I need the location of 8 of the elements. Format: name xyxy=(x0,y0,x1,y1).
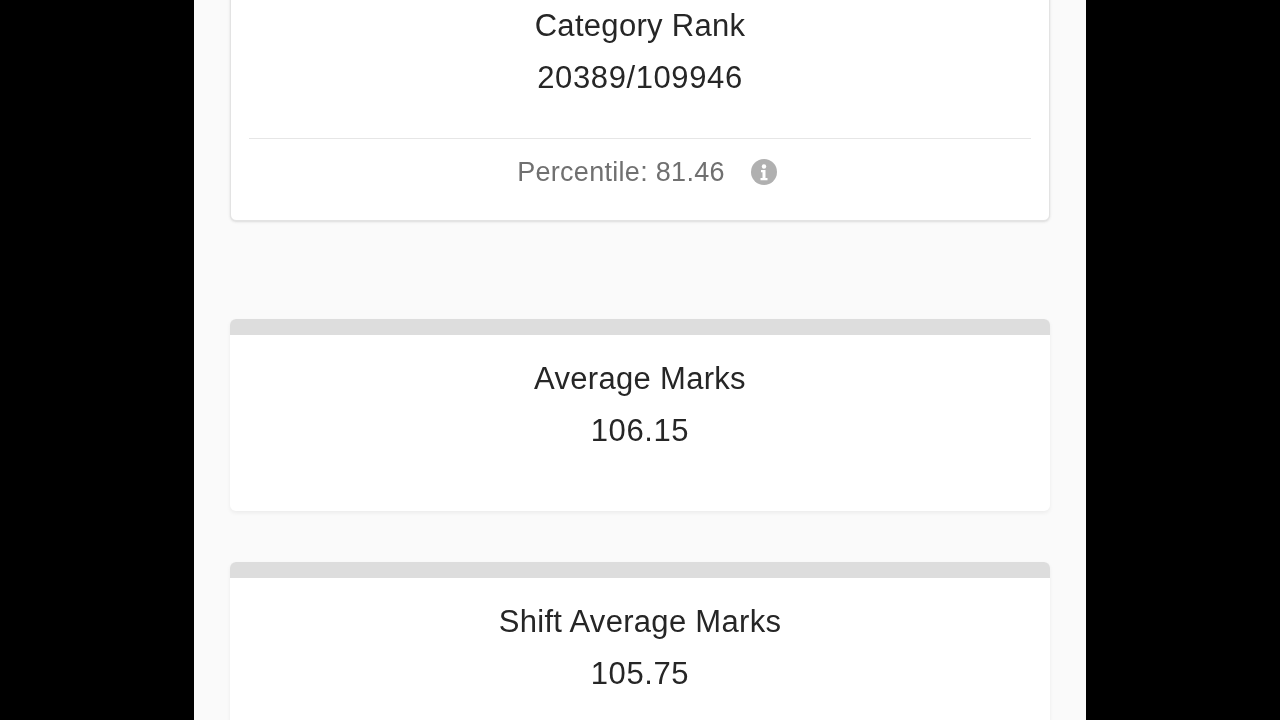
stat-title: Average Marks xyxy=(534,360,746,398)
info-icon[interactable] xyxy=(750,159,777,185)
percentile-text: Percentile: 81.46 xyxy=(517,156,725,189)
stat-value: 105.75 xyxy=(590,655,690,693)
rank-title: Category Rank xyxy=(534,7,746,45)
stat-title: Shift Average Marks xyxy=(498,603,782,641)
stat-value: 106.15 xyxy=(590,412,690,450)
rank-value: 20389/109946 xyxy=(537,59,743,97)
